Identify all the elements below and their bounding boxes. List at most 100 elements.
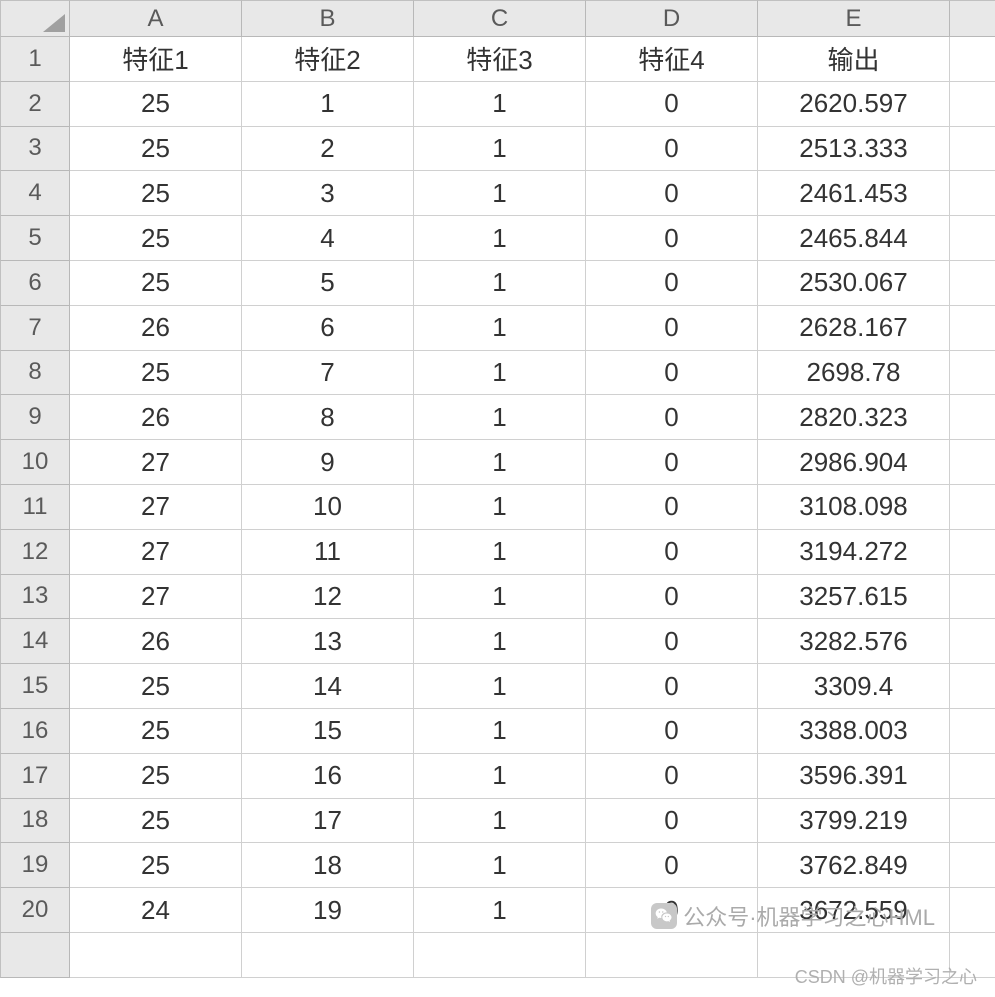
cell-11-E[interactable]: 3108.098 (758, 485, 950, 530)
cell-6-D[interactable]: 0 (586, 261, 758, 306)
cell-14-next[interactable] (950, 619, 995, 664)
cell-2-A[interactable]: 25 (70, 82, 242, 127)
cell-7-C[interactable]: 1 (414, 306, 586, 351)
column-header-E[interactable]: E (758, 0, 950, 37)
cell-3-E[interactable]: 2513.333 (758, 127, 950, 172)
row-header-next[interactable] (0, 933, 70, 978)
cell-18-A[interactable]: 25 (70, 799, 242, 844)
cell-15-C[interactable]: 1 (414, 664, 586, 709)
cell-2-D[interactable]: 0 (586, 82, 758, 127)
cell-7-B[interactable]: 6 (242, 306, 414, 351)
cell-1-A[interactable]: 特征1 (70, 37, 242, 82)
cell-18-D[interactable]: 0 (586, 799, 758, 844)
row-header-16[interactable]: 16 (0, 709, 70, 754)
cell-19-B[interactable]: 18 (242, 843, 414, 888)
cell-15-B[interactable]: 14 (242, 664, 414, 709)
cell-17-B[interactable]: 16 (242, 754, 414, 799)
cell-7-D[interactable]: 0 (586, 306, 758, 351)
cell-13-next[interactable] (950, 575, 995, 620)
row-header-2[interactable]: 2 (0, 82, 70, 127)
cell-next-D[interactable] (586, 933, 758, 978)
cell-2-next[interactable] (950, 82, 995, 127)
cell-1-next[interactable] (950, 37, 995, 82)
cell-4-E[interactable]: 2461.453 (758, 171, 950, 216)
cell-11-C[interactable]: 1 (414, 485, 586, 530)
select-all-corner[interactable] (0, 0, 70, 37)
cell-15-next[interactable] (950, 664, 995, 709)
cell-3-D[interactable]: 0 (586, 127, 758, 172)
cell-4-next[interactable] (950, 171, 995, 216)
cell-13-E[interactable]: 3257.615 (758, 575, 950, 620)
row-header-4[interactable]: 4 (0, 171, 70, 216)
cell-17-C[interactable]: 1 (414, 754, 586, 799)
cell-8-next[interactable] (950, 351, 995, 396)
row-header-19[interactable]: 19 (0, 843, 70, 888)
cell-8-D[interactable]: 0 (586, 351, 758, 396)
cell-13-A[interactable]: 27 (70, 575, 242, 620)
cell-next-next[interactable] (950, 933, 995, 978)
cell-12-E[interactable]: 3194.272 (758, 530, 950, 575)
cell-5-next[interactable] (950, 216, 995, 261)
cell-13-C[interactable]: 1 (414, 575, 586, 620)
cell-5-A[interactable]: 25 (70, 216, 242, 261)
row-header-6[interactable]: 6 (0, 261, 70, 306)
cell-17-A[interactable]: 25 (70, 754, 242, 799)
cell-9-A[interactable]: 26 (70, 395, 242, 440)
cell-16-A[interactable]: 25 (70, 709, 242, 754)
cell-10-D[interactable]: 0 (586, 440, 758, 485)
cell-1-E[interactable]: 输出 (758, 37, 950, 82)
cell-11-next[interactable] (950, 485, 995, 530)
cell-20-D[interactable]: 0 (586, 888, 758, 933)
cell-12-A[interactable]: 27 (70, 530, 242, 575)
cell-16-B[interactable]: 15 (242, 709, 414, 754)
cell-18-C[interactable]: 1 (414, 799, 586, 844)
cell-6-B[interactable]: 5 (242, 261, 414, 306)
cell-4-A[interactable]: 25 (70, 171, 242, 216)
cell-9-C[interactable]: 1 (414, 395, 586, 440)
cell-19-E[interactable]: 3762.849 (758, 843, 950, 888)
cell-20-B[interactable]: 19 (242, 888, 414, 933)
cell-15-D[interactable]: 0 (586, 664, 758, 709)
cell-12-B[interactable]: 11 (242, 530, 414, 575)
cell-8-E[interactable]: 2698.78 (758, 351, 950, 396)
cell-5-D[interactable]: 0 (586, 216, 758, 261)
row-header-1[interactable]: 1 (0, 37, 70, 82)
cell-11-A[interactable]: 27 (70, 485, 242, 530)
cell-16-E[interactable]: 3388.003 (758, 709, 950, 754)
cell-19-D[interactable]: 0 (586, 843, 758, 888)
cell-next-C[interactable] (414, 933, 586, 978)
cell-17-next[interactable] (950, 754, 995, 799)
cell-14-B[interactable]: 13 (242, 619, 414, 664)
cell-2-E[interactable]: 2620.597 (758, 82, 950, 127)
cell-14-E[interactable]: 3282.576 (758, 619, 950, 664)
cell-2-C[interactable]: 1 (414, 82, 586, 127)
column-header-A[interactable]: A (70, 0, 242, 37)
cell-14-C[interactable]: 1 (414, 619, 586, 664)
row-header-3[interactable]: 3 (0, 127, 70, 172)
cell-19-A[interactable]: 25 (70, 843, 242, 888)
cell-5-E[interactable]: 2465.844 (758, 216, 950, 261)
cell-next-A[interactable] (70, 933, 242, 978)
cell-16-D[interactable]: 0 (586, 709, 758, 754)
cell-6-next[interactable] (950, 261, 995, 306)
cell-16-C[interactable]: 1 (414, 709, 586, 754)
cell-17-D[interactable]: 0 (586, 754, 758, 799)
cell-3-B[interactable]: 2 (242, 127, 414, 172)
cell-20-E[interactable]: 3672.559 (758, 888, 950, 933)
cell-10-C[interactable]: 1 (414, 440, 586, 485)
cell-1-D[interactable]: 特征4 (586, 37, 758, 82)
cell-18-B[interactable]: 17 (242, 799, 414, 844)
cell-16-next[interactable] (950, 709, 995, 754)
row-header-10[interactable]: 10 (0, 440, 70, 485)
row-header-20[interactable]: 20 (0, 888, 70, 933)
cell-20-C[interactable]: 1 (414, 888, 586, 933)
cell-15-A[interactable]: 25 (70, 664, 242, 709)
cell-10-A[interactable]: 27 (70, 440, 242, 485)
cell-8-B[interactable]: 7 (242, 351, 414, 396)
cell-6-C[interactable]: 1 (414, 261, 586, 306)
cell-20-A[interactable]: 24 (70, 888, 242, 933)
cell-6-A[interactable]: 25 (70, 261, 242, 306)
cell-19-C[interactable]: 1 (414, 843, 586, 888)
cell-2-B[interactable]: 1 (242, 82, 414, 127)
row-header-15[interactable]: 15 (0, 664, 70, 709)
